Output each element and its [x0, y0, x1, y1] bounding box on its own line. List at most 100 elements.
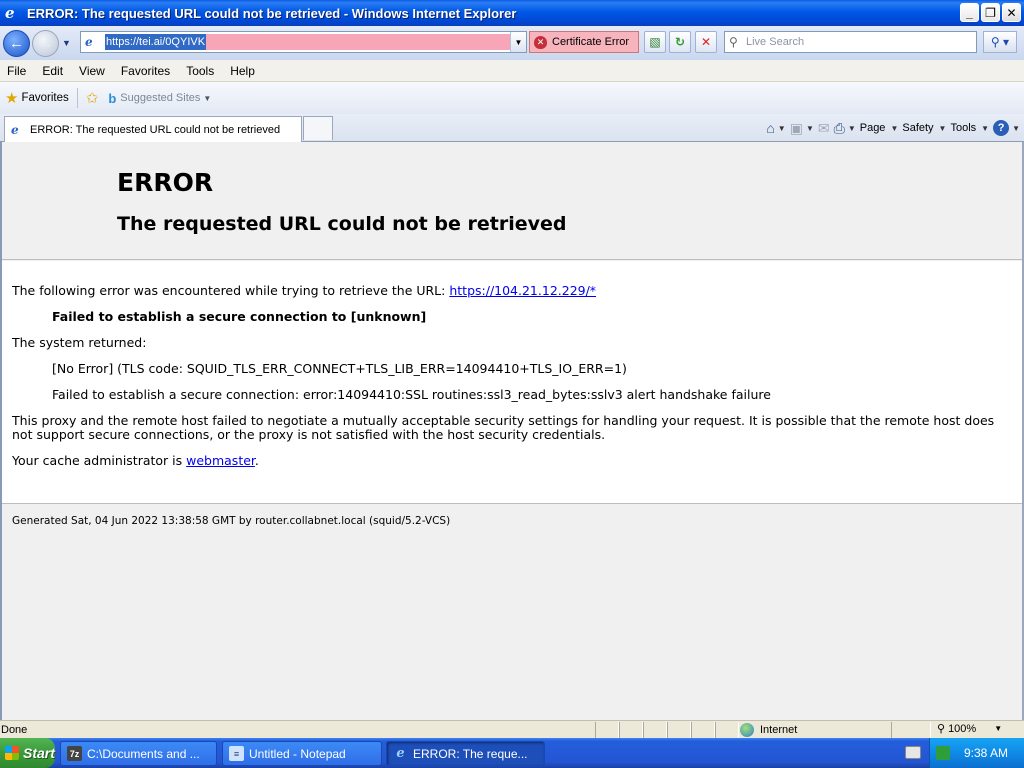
admin-prefix: Your cache administrator is — [12, 453, 187, 468]
add-to-favorites-icon[interactable]: ✩ — [86, 89, 99, 107]
recent-pages-dropdown-icon[interactable]: ▼ — [62, 38, 71, 48]
read-mail-icon[interactable]: ✉ — [818, 120, 830, 137]
stop-button[interactable]: ✕ — [695, 31, 717, 53]
status-bar: Done Internet ⚲ 100% ▼ — [0, 720, 1024, 738]
back-button[interactable]: ← — [3, 29, 30, 57]
title-bar: e ERROR: The requested URL could not be … — [0, 0, 1024, 26]
bing-icon: b — [108, 90, 117, 106]
suggested-sites-button[interactable]: Suggested Sites — [120, 92, 200, 104]
tools-menu-button[interactable]: Tools ▼ — [950, 122, 989, 134]
menu-tools[interactable]: Tools — [178, 64, 222, 78]
menu-view[interactable]: View — [71, 64, 113, 78]
tab-row: e ERROR: The requested URL could not be … — [0, 114, 1024, 142]
chevron-down-icon[interactable]: ▼ — [778, 124, 786, 133]
chevron-down-icon: ▼ — [994, 724, 1003, 733]
favorites-bar: ★ Favorites ✩ b Suggested Sites ▼ — [0, 82, 1024, 114]
taskbar-item-label: ERROR: The reque... — [413, 746, 528, 761]
chevron-down-icon: ▼ — [981, 123, 990, 133]
address-toolbar: ← → ▼ e https://tei.ai/0QYIVK ▼ ✕ Certif… — [0, 26, 1024, 60]
taskbar-item-explorer[interactable]: 7z C:\Documents and ... — [60, 741, 217, 766]
clock[interactable]: 9:38 AM — [964, 746, 1008, 760]
minimize-button[interactable]: _ — [960, 3, 979, 22]
shield-icon: ✕ — [534, 35, 547, 49]
divider — [76, 88, 78, 108]
certificate-error-label: Certificate Error — [552, 36, 630, 48]
ssl-detail-text: Failed to establish a secure connection:… — [52, 387, 771, 402]
error-body: The following error was encountered whil… — [2, 261, 1022, 504]
tab-current[interactable]: e ERROR: The requested URL could not be … — [4, 116, 302, 142]
certificate-error-button[interactable]: ✕ Certificate Error — [529, 31, 639, 53]
chevron-down-icon[interactable]: ▼ — [848, 124, 856, 133]
chevron-down-icon: ▼ — [938, 123, 947, 133]
menu-edit[interactable]: Edit — [34, 64, 71, 78]
security-zone[interactable]: Internet — [740, 722, 797, 738]
zoom-control[interactable]: ⚲ 100% ▼ — [937, 722, 1003, 736]
favorites-button[interactable]: Favorites — [21, 92, 68, 104]
chevron-down-icon: ▼ — [1012, 123, 1020, 133]
chevron-down-icon[interactable]: ▼ — [806, 124, 814, 133]
intro-text: The following error was encountered whil… — [12, 283, 450, 298]
new-tab-button[interactable] — [303, 116, 333, 140]
webmaster-link[interactable]: webmaster — [186, 453, 255, 468]
taskbar-item-label: C:\Documents and ... — [87, 746, 200, 761]
print-icon[interactable]: ⎙ — [834, 120, 845, 137]
search-box[interactable]: ⚲ Live Search — [724, 31, 977, 53]
start-button[interactable]: Start — [0, 738, 55, 768]
refresh-button[interactable]: ↻ — [669, 31, 691, 53]
window-title: ERROR: The requested URL could not be re… — [27, 5, 517, 21]
feeds-icon[interactable]: ▣ — [790, 120, 803, 137]
close-button[interactable]: ✕ — [1002, 3, 1021, 22]
command-bar: ⌂ ▼ ▣ ▼ ✉ ⎙ ▼ Page ▼ Safety ▼ Tools ▼ ? ▼ — [766, 114, 1024, 142]
failure-message: Failed to establish a secure connection … — [52, 309, 427, 324]
tab-title: ERROR: The requested URL could not be re… — [30, 123, 281, 136]
zoom-icon: ⚲ — [937, 723, 946, 735]
page-content: ERROR The requested URL could not be ret… — [0, 142, 1022, 720]
notepad-icon: ≡ — [229, 746, 244, 761]
page-icon: e — [11, 122, 19, 137]
menu-file[interactable]: File — [0, 64, 34, 78]
safety-menu-label: Safety — [902, 122, 934, 134]
menu-bar: File Edit View Favorites Tools Help — [0, 60, 1024, 82]
url-field[interactable]: https://tei.ai/0QYIVK — [105, 34, 513, 50]
ie-logo-icon: e — [396, 746, 405, 761]
search-placeholder: Live Search — [746, 36, 805, 48]
safety-menu-button[interactable]: Safety ▼ — [902, 122, 946, 134]
favorites-star-icon[interactable]: ★ — [5, 89, 18, 107]
start-label: Start — [23, 745, 55, 761]
zoom-level: 100% — [948, 722, 977, 735]
protected-mode-icon[interactable] — [891, 722, 931, 738]
page-menu-button[interactable]: Page ▼ — [860, 122, 899, 134]
home-icon[interactable]: ⌂ — [766, 120, 774, 136]
restore-button[interactable]: ❐ — [981, 3, 1000, 22]
keyboard-icon[interactable] — [905, 746, 921, 759]
address-dropdown-icon[interactable]: ▼ — [510, 32, 526, 52]
chevron-down-icon[interactable]: ▼ — [203, 94, 211, 103]
error-url-link[interactable]: https://104.21.12.229/* — [449, 283, 596, 298]
error-header: ERROR The requested URL could not be ret… — [2, 142, 1022, 260]
compatibility-view-button[interactable]: ▧ — [644, 31, 666, 53]
tls-code-text: [No Error] (TLS code: SQUID_TLS_ERR_CONN… — [52, 361, 627, 376]
taskbar-item-ie[interactable]: e ERROR: The reque... — [386, 741, 545, 766]
chevron-down-icon: ▼ — [890, 123, 899, 133]
menu-help[interactable]: Help — [222, 64, 263, 78]
taskbar-item-notepad[interactable]: ≡ Untitled - Notepad — [222, 741, 382, 766]
network-icon[interactable] — [936, 746, 950, 760]
page-subtitle: The requested URL could not be retrieved — [117, 213, 567, 235]
menu-favorites[interactable]: Favorites — [113, 64, 178, 78]
windows-logo-icon — [5, 746, 19, 760]
forward-button[interactable]: → — [32, 29, 59, 57]
explanation-paragraph: This proxy and the remote host failed to… — [12, 413, 995, 442]
admin-suffix: . — [254, 453, 259, 468]
address-bar[interactable]: e https://tei.ai/0QYIVK ▼ — [80, 31, 527, 53]
status-text: Done — [1, 723, 28, 736]
page-title: ERROR — [117, 168, 214, 197]
help-menu-button[interactable]: ? ▼ — [993, 120, 1020, 136]
ie-logo-icon: e — [5, 4, 15, 22]
globe-icon — [740, 723, 754, 737]
search-button[interactable]: ⚲ ▾ — [983, 31, 1017, 53]
help-icon: ? — [993, 120, 1010, 136]
zone-label: Internet — [760, 724, 798, 736]
taskbar-item-label: Untitled - Notepad — [249, 746, 346, 761]
taskbar: Start 7z C:\Documents and ... ≡ Untitled… — [0, 738, 1024, 768]
page-menu-label: Page — [859, 122, 886, 134]
